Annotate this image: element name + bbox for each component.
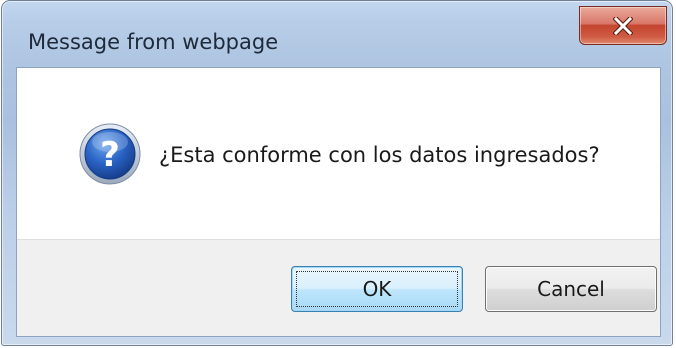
dialog-message: ¿Esta conforme con los datos ingresados? [159,143,600,167]
question-icon: ? [79,123,141,185]
ok-button-label: OK [362,277,392,301]
button-bar: OK Cancel [17,239,660,336]
message-dialog: Message from webpage ? ¿Esta conforme co… [1,0,673,346]
ok-button[interactable]: OK [291,266,463,312]
dialog-title: Message from webpage [28,30,279,54]
message-area: ? ¿Esta conforme con los datos ingresado… [17,68,660,239]
cancel-button-label: Cancel [537,277,605,301]
close-icon [613,16,633,35]
cancel-button[interactable]: Cancel [485,266,657,312]
svg-text:?: ? [100,135,120,175]
close-button[interactable] [579,6,667,45]
dialog-body: ? ¿Esta conforme con los datos ingresado… [16,67,661,337]
